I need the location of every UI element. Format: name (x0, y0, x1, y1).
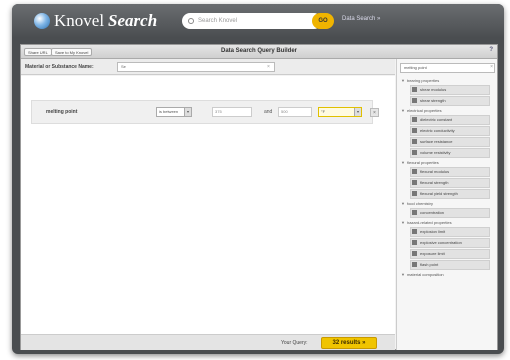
property-item[interactable]: flexural yield strength (410, 189, 490, 199)
property-item-label: explosion limit (420, 229, 446, 234)
logo-text: Knovel (54, 11, 105, 30)
add-icon (412, 262, 417, 268)
property-item-label: exposure limit (420, 251, 445, 256)
property-item[interactable]: flexural modulus (410, 167, 490, 177)
unit-value: °F (321, 109, 326, 114)
category-label: material composition (406, 272, 444, 277)
chevron-down-icon: ▾ (184, 108, 191, 116)
property-name: melting point (46, 109, 78, 115)
operator-value: is between (159, 109, 179, 114)
query-area: melting point is between ▾ 375 and 500 °… (21, 76, 395, 334)
top-bar: Knovel Search Search Knovel GO Data Sear… (12, 4, 504, 38)
property-item-label: dielectric constant (420, 117, 453, 122)
property-item[interactable]: surface resistance (410, 137, 490, 147)
category-label: hazard-related properties (406, 220, 452, 225)
property-item-label: shear strength (420, 98, 446, 103)
property-item-label: surface resistance (420, 139, 453, 144)
logo-search-text: Search (108, 11, 158, 30)
property-item-label: electric conductivity (420, 128, 455, 133)
property-item[interactable]: exposure limit (410, 249, 490, 259)
expand-triangle-icon: ▼ (401, 108, 405, 113)
category-label: food chemistry (406, 201, 433, 206)
property-item-label: flexural strength (420, 180, 449, 185)
max-value-input[interactable]: 500 (278, 107, 312, 117)
substance-bar: Material or Substance Name: Se × (21, 59, 395, 75)
property-item[interactable]: volume resistivity (410, 148, 490, 158)
panel-title: Data Search Query Builder (220, 48, 298, 54)
add-icon (412, 210, 417, 216)
add-icon (412, 87, 417, 93)
add-icon (412, 139, 417, 145)
add-icon (412, 251, 417, 257)
go-button[interactable]: GO (312, 13, 334, 29)
property-item[interactable]: flash point (410, 260, 490, 270)
chevron-down-icon: ▾ (354, 108, 361, 116)
property-item[interactable]: dielectric constant (410, 115, 490, 125)
property-item[interactable]: explosive concentration (410, 238, 490, 248)
property-sidebar: melting point × ▼ bearing properties shear… (396, 59, 497, 350)
add-icon (412, 98, 417, 104)
expand-triangle-icon: ▼ (401, 220, 405, 225)
expand-triangle-icon: ▼ (401, 78, 405, 83)
property-item-label: shear modulus (420, 87, 447, 92)
add-icon (412, 117, 417, 123)
add-icon (412, 150, 417, 156)
unit-select[interactable]: °F ▾ (318, 107, 362, 117)
app-window: Knovel Search Search Knovel GO Data Sear… (12, 4, 504, 354)
panel-titlebar: Share URL Save to My Knovel Data Search … (21, 45, 497, 59)
property-item-label: concentration (420, 210, 445, 215)
expand-triangle-icon: ▼ (401, 160, 405, 165)
property-item[interactable]: explosion limit (410, 227, 490, 237)
substance-clear-icon[interactable]: × (267, 64, 270, 70)
remove-criteria-button[interactable]: × (370, 108, 379, 117)
add-icon (412, 169, 417, 175)
property-item-label: flash point (420, 262, 439, 267)
category-header[interactable]: ▼ electrical properties (400, 107, 495, 115)
category-label: bearing properties (406, 78, 440, 83)
property-item[interactable]: electric conductivity (410, 126, 490, 136)
data-search-link[interactable]: Data Search » (342, 16, 380, 22)
filter-clear-icon[interactable]: × (490, 64, 493, 70)
property-item[interactable]: flexural strength (410, 178, 490, 188)
globe-icon (34, 13, 50, 29)
category-header[interactable]: ▼ bearing properties (400, 77, 495, 85)
property-tree: ▼ bearing properties shear modulus shear st… (400, 77, 495, 279)
and-label: and (264, 109, 273, 115)
min-value-input[interactable]: 375 (212, 107, 252, 117)
category-header[interactable]: ▼ flexural properties (400, 159, 495, 167)
property-item-label: flexural yield strength (420, 191, 458, 196)
your-query-label: Your Query: (281, 340, 308, 346)
category-label: flexural properties (406, 160, 439, 165)
category-header[interactable]: ▼ hazard-related properties (400, 219, 495, 227)
add-icon (412, 128, 417, 134)
substance-label: Material or Substance Name: (25, 64, 94, 70)
property-item[interactable]: shear strength (410, 96, 490, 106)
category-header[interactable]: ▼ material composition (400, 271, 495, 279)
property-filter-input[interactable]: melting point (400, 63, 495, 73)
add-icon (412, 229, 417, 235)
knovel-logo[interactable]: Knovel Search (34, 10, 157, 32)
property-item-label: flexural modulus (420, 169, 450, 174)
add-icon (412, 180, 417, 186)
add-icon (412, 191, 417, 197)
expand-triangle-icon: ▼ (401, 272, 405, 277)
property-item[interactable]: concentration (410, 208, 490, 218)
help-icon[interactable]: ? (489, 47, 493, 53)
query-footer: Your Query: 32 results » (21, 334, 395, 350)
property-item-label: explosive concentration (420, 240, 462, 245)
property-item-label: volume resistivity (420, 150, 451, 155)
search-placeholder: Search Knovel (198, 18, 238, 24)
query-builder-panel: Share URL Save to My Knovel Data Search … (20, 44, 498, 350)
expand-triangle-icon: ▼ (401, 201, 405, 206)
property-item[interactable]: shear modulus (410, 85, 490, 95)
results-button[interactable]: 32 results » (321, 337, 377, 349)
category-label: electrical properties (406, 108, 442, 113)
search-icon (188, 18, 194, 24)
substance-input[interactable]: Se (117, 62, 275, 72)
operator-select[interactable]: is between ▾ (156, 107, 192, 117)
add-icon (412, 240, 417, 246)
category-header[interactable]: ▼ food chemistry (400, 200, 495, 208)
search-input[interactable]: Search Knovel (182, 13, 322, 29)
criteria-row: melting point is between ▾ 375 and 500 °… (31, 100, 379, 124)
